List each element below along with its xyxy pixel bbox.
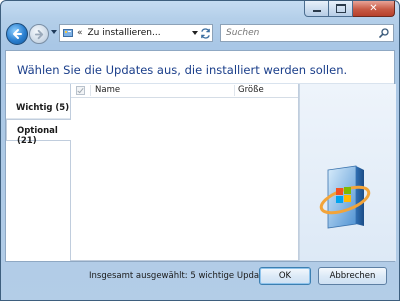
tab-optional[interactable]: Optional (21) (6, 119, 71, 146)
forward-button[interactable] (29, 24, 49, 44)
search-icon[interactable] (379, 28, 389, 38)
tab-important[interactable]: Wichtig (5) (6, 97, 70, 119)
cancel-button[interactable]: Abbrechen (318, 267, 387, 285)
details-pane (299, 84, 396, 261)
column-separator[interactable] (234, 85, 235, 96)
arrow-left-icon (13, 29, 22, 39)
list-header: Name Größe (71, 84, 298, 98)
selection-summary: Insgesamt ausgewählt: 5 wichtige Updates (89, 271, 273, 281)
tab-label: Optional (21) (17, 126, 58, 146)
caption-buttons: ✕ (304, 1, 395, 19)
search-box[interactable] (220, 24, 394, 42)
maximize-button[interactable] (329, 1, 353, 17)
maximize-icon (335, 4, 346, 13)
content-panel: Wählen Sie die Updates aus, die installi… (5, 50, 396, 262)
arrow-right-icon (34, 29, 44, 40)
windows-update-logo-icon (319, 165, 371, 229)
column-separator[interactable] (90, 85, 91, 96)
breadcrumb[interactable]: Zu installieren... (88, 28, 161, 38)
close-button[interactable]: ✕ (353, 1, 395, 17)
control-panel-icon (63, 29, 73, 37)
ok-button[interactable]: OK (259, 267, 311, 285)
close-icon: ✕ (369, 2, 378, 14)
column-header-size[interactable]: Größe (238, 85, 264, 95)
search-input[interactable] (221, 26, 366, 40)
update-list[interactable]: Name Größe (70, 84, 299, 261)
tab-label: Wichtig (5) (16, 103, 70, 113)
minimize-icon (312, 10, 321, 12)
refresh-icon (201, 27, 210, 39)
recent-pages-dropdown[interactable] (51, 30, 57, 34)
column-header-name[interactable]: Name (95, 85, 120, 95)
minimize-button[interactable] (304, 1, 329, 17)
address-bar[interactable]: « Zu installieren... (59, 24, 213, 42)
refresh-button[interactable] (198, 25, 213, 41)
page-title: Wählen Sie die Updates aus, die installi… (17, 63, 348, 77)
update-category-tabs: Wichtig (5) Optional (21) (6, 97, 71, 146)
select-all-checkbox[interactable] (76, 86, 85, 95)
window-frame: ✕ « Zu installieren... Wählen (0, 0, 400, 301)
breadcrumb-chevron[interactable]: « (77, 28, 83, 38)
back-button[interactable] (6, 23, 28, 45)
